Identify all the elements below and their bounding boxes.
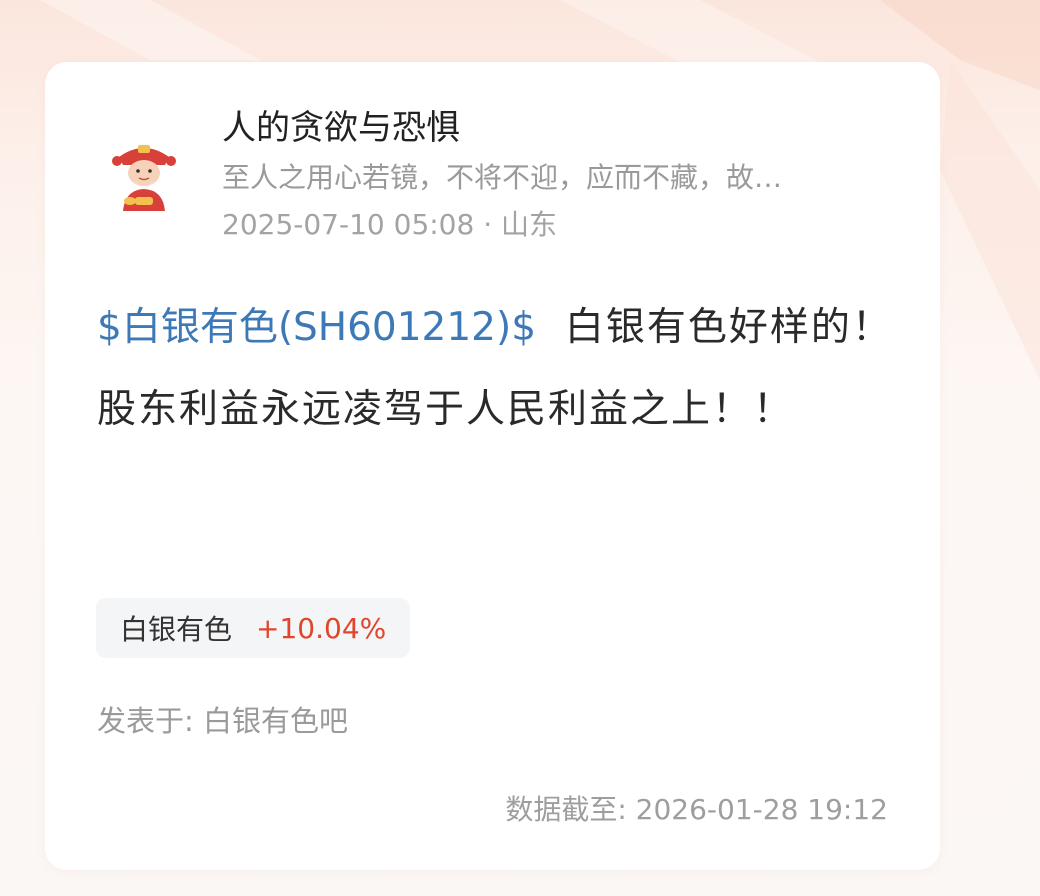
- author-avatar[interactable]: [105, 135, 183, 213]
- meta-separator: ·: [474, 208, 502, 241]
- post-meta: 2025-07-10 05:08 · 山东: [222, 203, 557, 243]
- author-bio: 至人之用心若镜，不将不迎，应而不藏，故…: [222, 161, 783, 194]
- stock-tag-name: 白银有色: [120, 613, 233, 646]
- author-name[interactable]: 人的贪欲与恐惧: [222, 100, 460, 149]
- stock-tag-change: +10.04%: [256, 611, 387, 645]
- post-location: 山东: [501, 208, 558, 241]
- data-as-of: 数据截至: 2026-01-28 19:12: [505, 793, 888, 826]
- fortune-god-avatar-icon: [112, 145, 176, 211]
- stock-link[interactable]: $白银有色(SH601212)$: [97, 305, 536, 350]
- stock-tag[interactable]: 白银有色 +10.04%: [96, 598, 411, 658]
- posted-in-forum[interactable]: 发表于: 白银有色吧: [97, 698, 348, 740]
- post-content: $白银有色(SH601212)$ 白银有色好样的！股东利益永远凌驾于人民利益之上…: [97, 287, 897, 451]
- post-timestamp: 2025-07-10 05:08: [222, 208, 475, 241]
